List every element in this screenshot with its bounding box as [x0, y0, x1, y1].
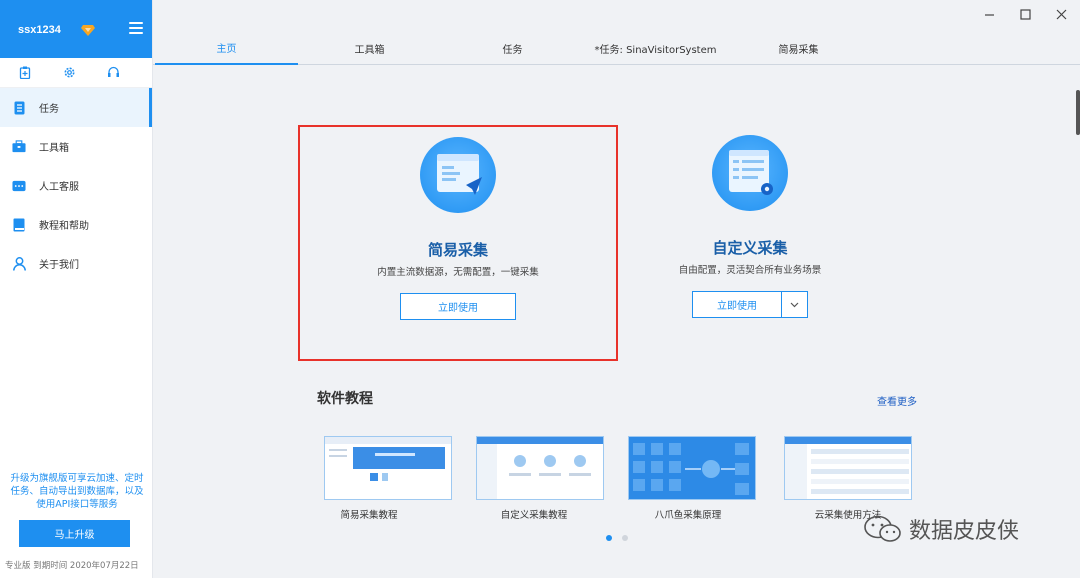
tutorial-thumbnail-custom[interactable] — [476, 436, 604, 500]
tutorials-title: 软件教程 — [317, 391, 373, 407]
sidebar-item-label: 关于我们 — [39, 260, 79, 271]
maximize-icon[interactable] — [1017, 9, 1033, 24]
card-description: 自由配置，灵活契合所有业务场景 — [678, 265, 822, 276]
toolbox-icon — [12, 140, 26, 154]
card-title: 自定义采集 — [712, 239, 788, 257]
sidebar-nav: 任务 工具箱 人工客服 教程和帮助 关于我们 — [0, 88, 152, 283]
license-expire-text: 专业版 到期时间 2020年07月22日 — [5, 561, 139, 571]
watermark: 数据皮皮侠 — [863, 513, 1019, 545]
sidebar-quick-icons — [0, 58, 152, 88]
custom-collect-icon — [712, 135, 788, 211]
simple-collect-icon — [420, 137, 496, 213]
sidebar-item-label: 任务 — [39, 104, 59, 115]
card-description: 内置主流数据源，无需配置，一键采集 — [377, 267, 539, 278]
tutorial-thumbnail-principle[interactable] — [628, 436, 756, 500]
tutorial-label[interactable]: 简易采集教程 — [305, 507, 433, 521]
sidebar-item-about-us[interactable]: 关于我们 — [0, 244, 152, 283]
sidebar-item-label: 人工客服 — [39, 182, 79, 193]
sidebar: ssx1234 任务 工具箱 人工客服 教程和帮助 关于我们 升级为旗舰版可享云… — [0, 0, 153, 578]
username[interactable]: ssx1234 — [18, 24, 61, 36]
sidebar-header: ssx1234 — [0, 0, 152, 58]
task-icon — [12, 101, 26, 115]
custom-collect-card: 自定义采集 自由配置，灵活契合所有业务场景 立即使用 — [590, 125, 910, 361]
clipboard-add-icon[interactable] — [18, 66, 32, 80]
hamburger-menu-icon[interactable] — [129, 22, 143, 34]
upgrade-button[interactable]: 马上升级 — [19, 520, 130, 547]
use-now-label: 立即使用 — [717, 301, 757, 312]
tab-simple-collect[interactable]: 简易采集 — [727, 32, 870, 65]
carousel-dot[interactable] — [622, 535, 628, 541]
tab-task-sinavisitorsystem[interactable]: *任务: SinaVisitorSystem — [584, 32, 727, 65]
gear-icon[interactable] — [62, 66, 76, 80]
upgrade-promo-text: 升级为旗舰版可享云加速、定时任务、自动导出到数据库，以及使用API接口等服务 — [10, 473, 144, 510]
minimize-icon[interactable] — [981, 9, 997, 24]
user-icon — [12, 256, 26, 271]
sidebar-item-task[interactable]: 任务 — [0, 88, 152, 127]
wechat-icon — [864, 515, 901, 542]
tab-bar: 主页 工具箱 任务 *任务: SinaVisitorSystem 简易采集 — [153, 32, 1080, 65]
headset-icon[interactable] — [106, 66, 120, 80]
tab-toolbox[interactable]: 工具箱 — [298, 32, 441, 65]
sidebar-item-label: 工具箱 — [39, 143, 69, 154]
see-more-link[interactable]: 查看更多 — [877, 393, 917, 408]
book-icon — [12, 218, 26, 232]
tutorial-thumbnail-cloud[interactable] — [784, 436, 912, 500]
use-now-dropdown-button[interactable]: 立即使用 — [692, 291, 808, 318]
chevron-down-icon[interactable] — [781, 292, 807, 317]
tutorial-thumbnail-simple[interactable] — [324, 436, 452, 500]
sidebar-item-label: 教程和帮助 — [39, 221, 89, 232]
watermark-text: 数据皮皮侠 — [909, 519, 1020, 544]
use-now-button[interactable]: 立即使用 — [400, 293, 516, 320]
tab-home[interactable]: 主页 — [155, 32, 298, 65]
card-title: 简易采集 — [427, 241, 488, 259]
tab-task[interactable]: 任务 — [441, 32, 584, 65]
tutorial-label[interactable]: 自定义采集教程 — [470, 507, 598, 521]
close-icon[interactable] — [1053, 9, 1069, 24]
simple-collect-card: 简易采集 内置主流数据源，无需配置，一键采集 立即使用 — [298, 125, 618, 361]
tutorial-label[interactable]: 八爪鱼采集原理 — [624, 507, 752, 521]
carousel-dot-active[interactable] — [606, 535, 612, 541]
chat-icon — [12, 179, 26, 193]
sidebar-item-tutorial-help[interactable]: 教程和帮助 — [0, 205, 152, 244]
sidebar-item-toolbox[interactable]: 工具箱 — [0, 127, 152, 166]
scrollbar[interactable] — [1076, 90, 1080, 135]
sidebar-item-customer-service[interactable]: 人工客服 — [0, 166, 152, 205]
vip-diamond-icon[interactable] — [81, 24, 95, 36]
